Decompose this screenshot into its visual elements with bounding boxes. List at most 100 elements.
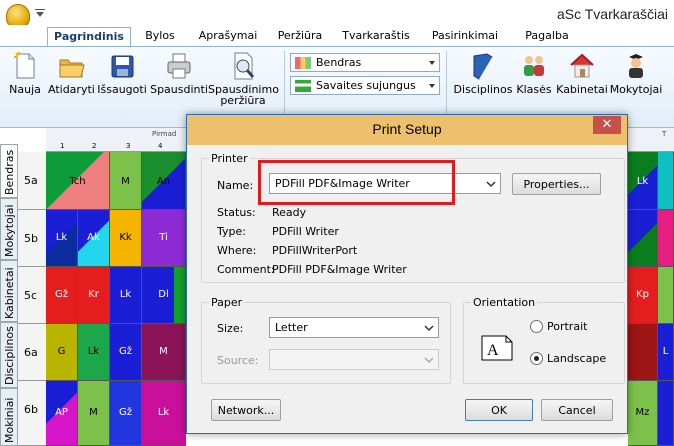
svg-text:A: A xyxy=(487,342,499,359)
row-label-5b[interactable]: 5b xyxy=(18,210,46,267)
lesson-cell[interactable]: Gž xyxy=(110,381,142,446)
lesson-cell[interactable]: Ak xyxy=(78,210,110,267)
tab-tvarkarastis[interactable]: Tvarkaraštis xyxy=(336,27,416,47)
tab-perziura[interactable]: Peržiūra xyxy=(270,27,330,47)
lesson-cell[interactable]: Lk xyxy=(142,381,186,446)
lesson-cell[interactable]: Lk xyxy=(110,267,142,324)
name-label: Name: xyxy=(217,179,254,192)
tab-pagrindinis[interactable]: Pagrindinis xyxy=(47,27,131,47)
where-value: PDFillWriterPort xyxy=(272,244,358,257)
status-value: Ready xyxy=(272,206,307,219)
tab-pagalba[interactable]: Pagalba xyxy=(514,27,580,47)
tab-aprasymai[interactable]: Aprašymai xyxy=(196,27,260,47)
weeks-dropdown[interactable]: Savaites sujungus xyxy=(290,76,440,95)
app-title: aSc Tvarkaraščiai xyxy=(556,6,668,22)
tab-bylos[interactable]: Bylos xyxy=(138,27,182,47)
lesson-cell[interactable]: Lk xyxy=(46,210,78,267)
chevron-down-icon xyxy=(486,181,496,188)
view-grid-icon xyxy=(295,57,311,69)
portrait-radio[interactable] xyxy=(530,320,543,333)
lesson-cell[interactable] xyxy=(628,324,658,381)
lesson-cell[interactable]: Ti xyxy=(142,210,186,267)
lesson-cell[interactable] xyxy=(658,210,674,267)
weeks-icon xyxy=(295,80,311,92)
row-label-6a[interactable]: 6a xyxy=(18,324,46,381)
save-label: Išsaugoti xyxy=(97,83,147,96)
row-label-5c[interactable]: 5c xyxy=(18,267,46,324)
lesson-cell[interactable]: Dl xyxy=(142,267,186,324)
period-header: 4 xyxy=(158,142,163,150)
chevron-down-icon xyxy=(429,61,435,65)
row-label-5a[interactable]: 5a xyxy=(18,152,46,210)
comment-label: Comment: xyxy=(217,263,275,276)
side-tab-mokytojai[interactable]: Mokytojai xyxy=(0,198,18,260)
book-icon xyxy=(473,53,493,80)
rooms-button[interactable]: Kabinetai xyxy=(556,51,608,95)
print-label: Spausdinti xyxy=(150,83,208,96)
portrait-label[interactable]: Portrait xyxy=(547,320,587,333)
lesson-cell[interactable] xyxy=(628,210,658,267)
lesson-cell[interactable]: AP xyxy=(46,381,78,446)
new-document-icon xyxy=(14,52,35,79)
lesson-cell[interactable] xyxy=(658,152,674,210)
classes-label: Klasės xyxy=(516,83,552,96)
paper-size-select[interactable]: Letter xyxy=(269,317,439,338)
lesson-cell[interactable]: Mz xyxy=(628,381,658,446)
weeks-dropdown-value: Savaites sujungus xyxy=(316,79,416,92)
network-button[interactable]: Network... xyxy=(211,399,281,421)
lesson-cell[interactable]: Lk xyxy=(628,152,658,210)
print-button[interactable]: Spausdinti xyxy=(150,51,208,95)
subjects-button[interactable]: Disciplinos xyxy=(452,51,514,95)
tab-pasirinkimai[interactable]: Pasirinkimai xyxy=(424,27,506,47)
lesson-cell[interactable]: Gž xyxy=(46,267,78,324)
close-button[interactable]: ✕ xyxy=(593,116,621,134)
rooms-label: Kabinetai xyxy=(556,83,608,96)
print-preview-button[interactable]: Spausdinimo peržiūra xyxy=(208,51,279,106)
lesson-cell[interactable]: M xyxy=(110,152,142,210)
chevron-down-icon xyxy=(429,84,435,88)
lesson-cell[interactable]: Kr xyxy=(78,267,110,324)
teacher-icon xyxy=(629,54,643,78)
new-button[interactable]: Nauja xyxy=(8,51,42,95)
lesson-cell[interactable]: L xyxy=(658,324,674,381)
lesson-cell[interactable]: Gž xyxy=(110,324,142,381)
save-button[interactable]: Išsaugoti xyxy=(96,51,148,95)
side-tab-kabinetai[interactable]: Kabinetai xyxy=(0,260,18,322)
comment-value: PDFill PDF&Image Writer xyxy=(272,263,407,276)
open-folder-icon xyxy=(59,59,85,78)
day-header-right: T xyxy=(628,128,674,152)
quick-access-dropdown-icon[interactable] xyxy=(36,12,44,17)
view-dropdown-value: Bendras xyxy=(316,56,362,69)
landscape-label[interactable]: Landscape xyxy=(547,352,606,365)
classes-button[interactable]: Klasės xyxy=(514,51,554,95)
chevron-down-icon xyxy=(424,325,434,332)
period-header: 3 xyxy=(126,142,131,150)
lesson-cell[interactable]: M xyxy=(78,381,110,446)
lesson-cell[interactable]: Kp xyxy=(628,267,658,324)
cancel-button[interactable]: Cancel xyxy=(541,399,613,421)
side-tab-bendras[interactable]: Bendras xyxy=(0,144,18,198)
open-button[interactable]: Atidaryti xyxy=(48,51,95,95)
paper-source-select xyxy=(269,349,439,370)
lesson-cell[interactable] xyxy=(658,381,674,446)
ok-button[interactable]: OK xyxy=(465,399,533,421)
lesson-cell[interactable]: G xyxy=(46,324,78,381)
side-tab-disciplinos[interactable]: Disciplinos xyxy=(0,322,18,388)
view-dropdown[interactable]: Bendras xyxy=(290,53,440,72)
lesson-cell[interactable]: An xyxy=(142,152,186,210)
ribbon-tabs: Pagrindinis Bylos Aprašymai Peržiūra Tva… xyxy=(0,25,674,47)
lesson-cell[interactable]: Kk xyxy=(110,210,142,267)
day-label: Pirmad xyxy=(152,130,177,138)
lesson-cell[interactable] xyxy=(658,267,674,324)
lesson-cell[interactable]: Tch xyxy=(46,152,110,210)
lesson-cell[interactable]: M xyxy=(142,324,186,381)
paper-group-title: Paper xyxy=(209,296,245,309)
lesson-cell[interactable]: Lk xyxy=(78,324,110,381)
properties-button[interactable]: Properties... xyxy=(512,173,601,195)
paper-size-value: Letter xyxy=(275,321,308,334)
landscape-radio[interactable] xyxy=(530,352,543,365)
side-tab-mokiniai[interactable]: Mokiniai xyxy=(0,388,18,446)
row-label-6b[interactable]: 6b xyxy=(18,381,46,446)
teachers-button[interactable]: Mokytojai xyxy=(608,51,664,95)
subjects-label: Disciplinos xyxy=(453,83,513,96)
